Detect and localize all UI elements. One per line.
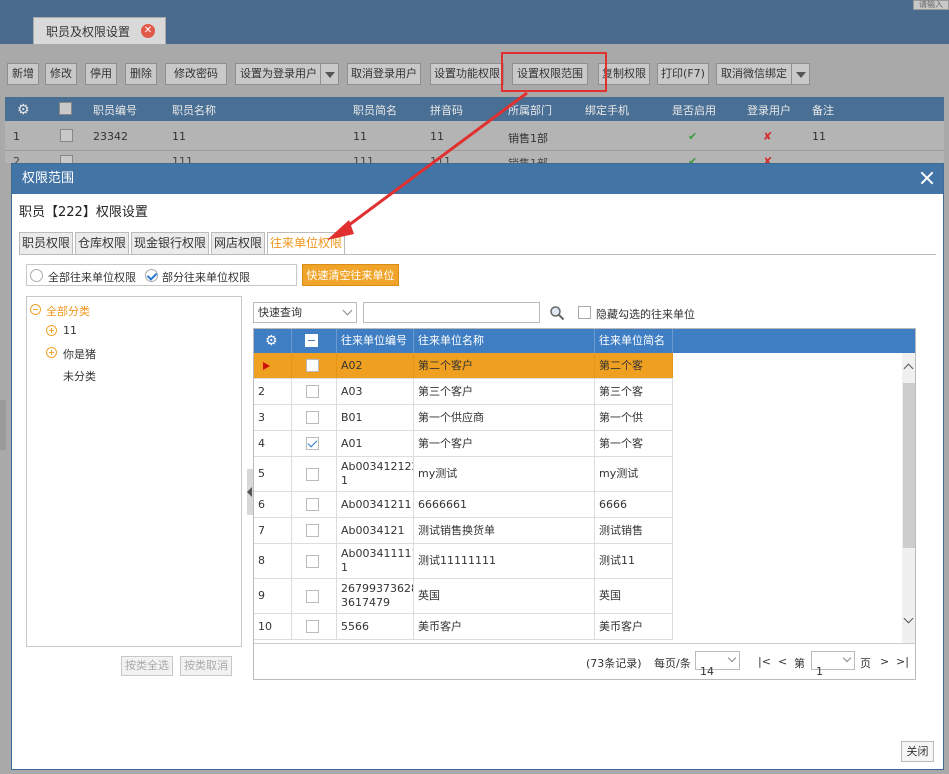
annotation-arrow — [327, 91, 528, 240]
